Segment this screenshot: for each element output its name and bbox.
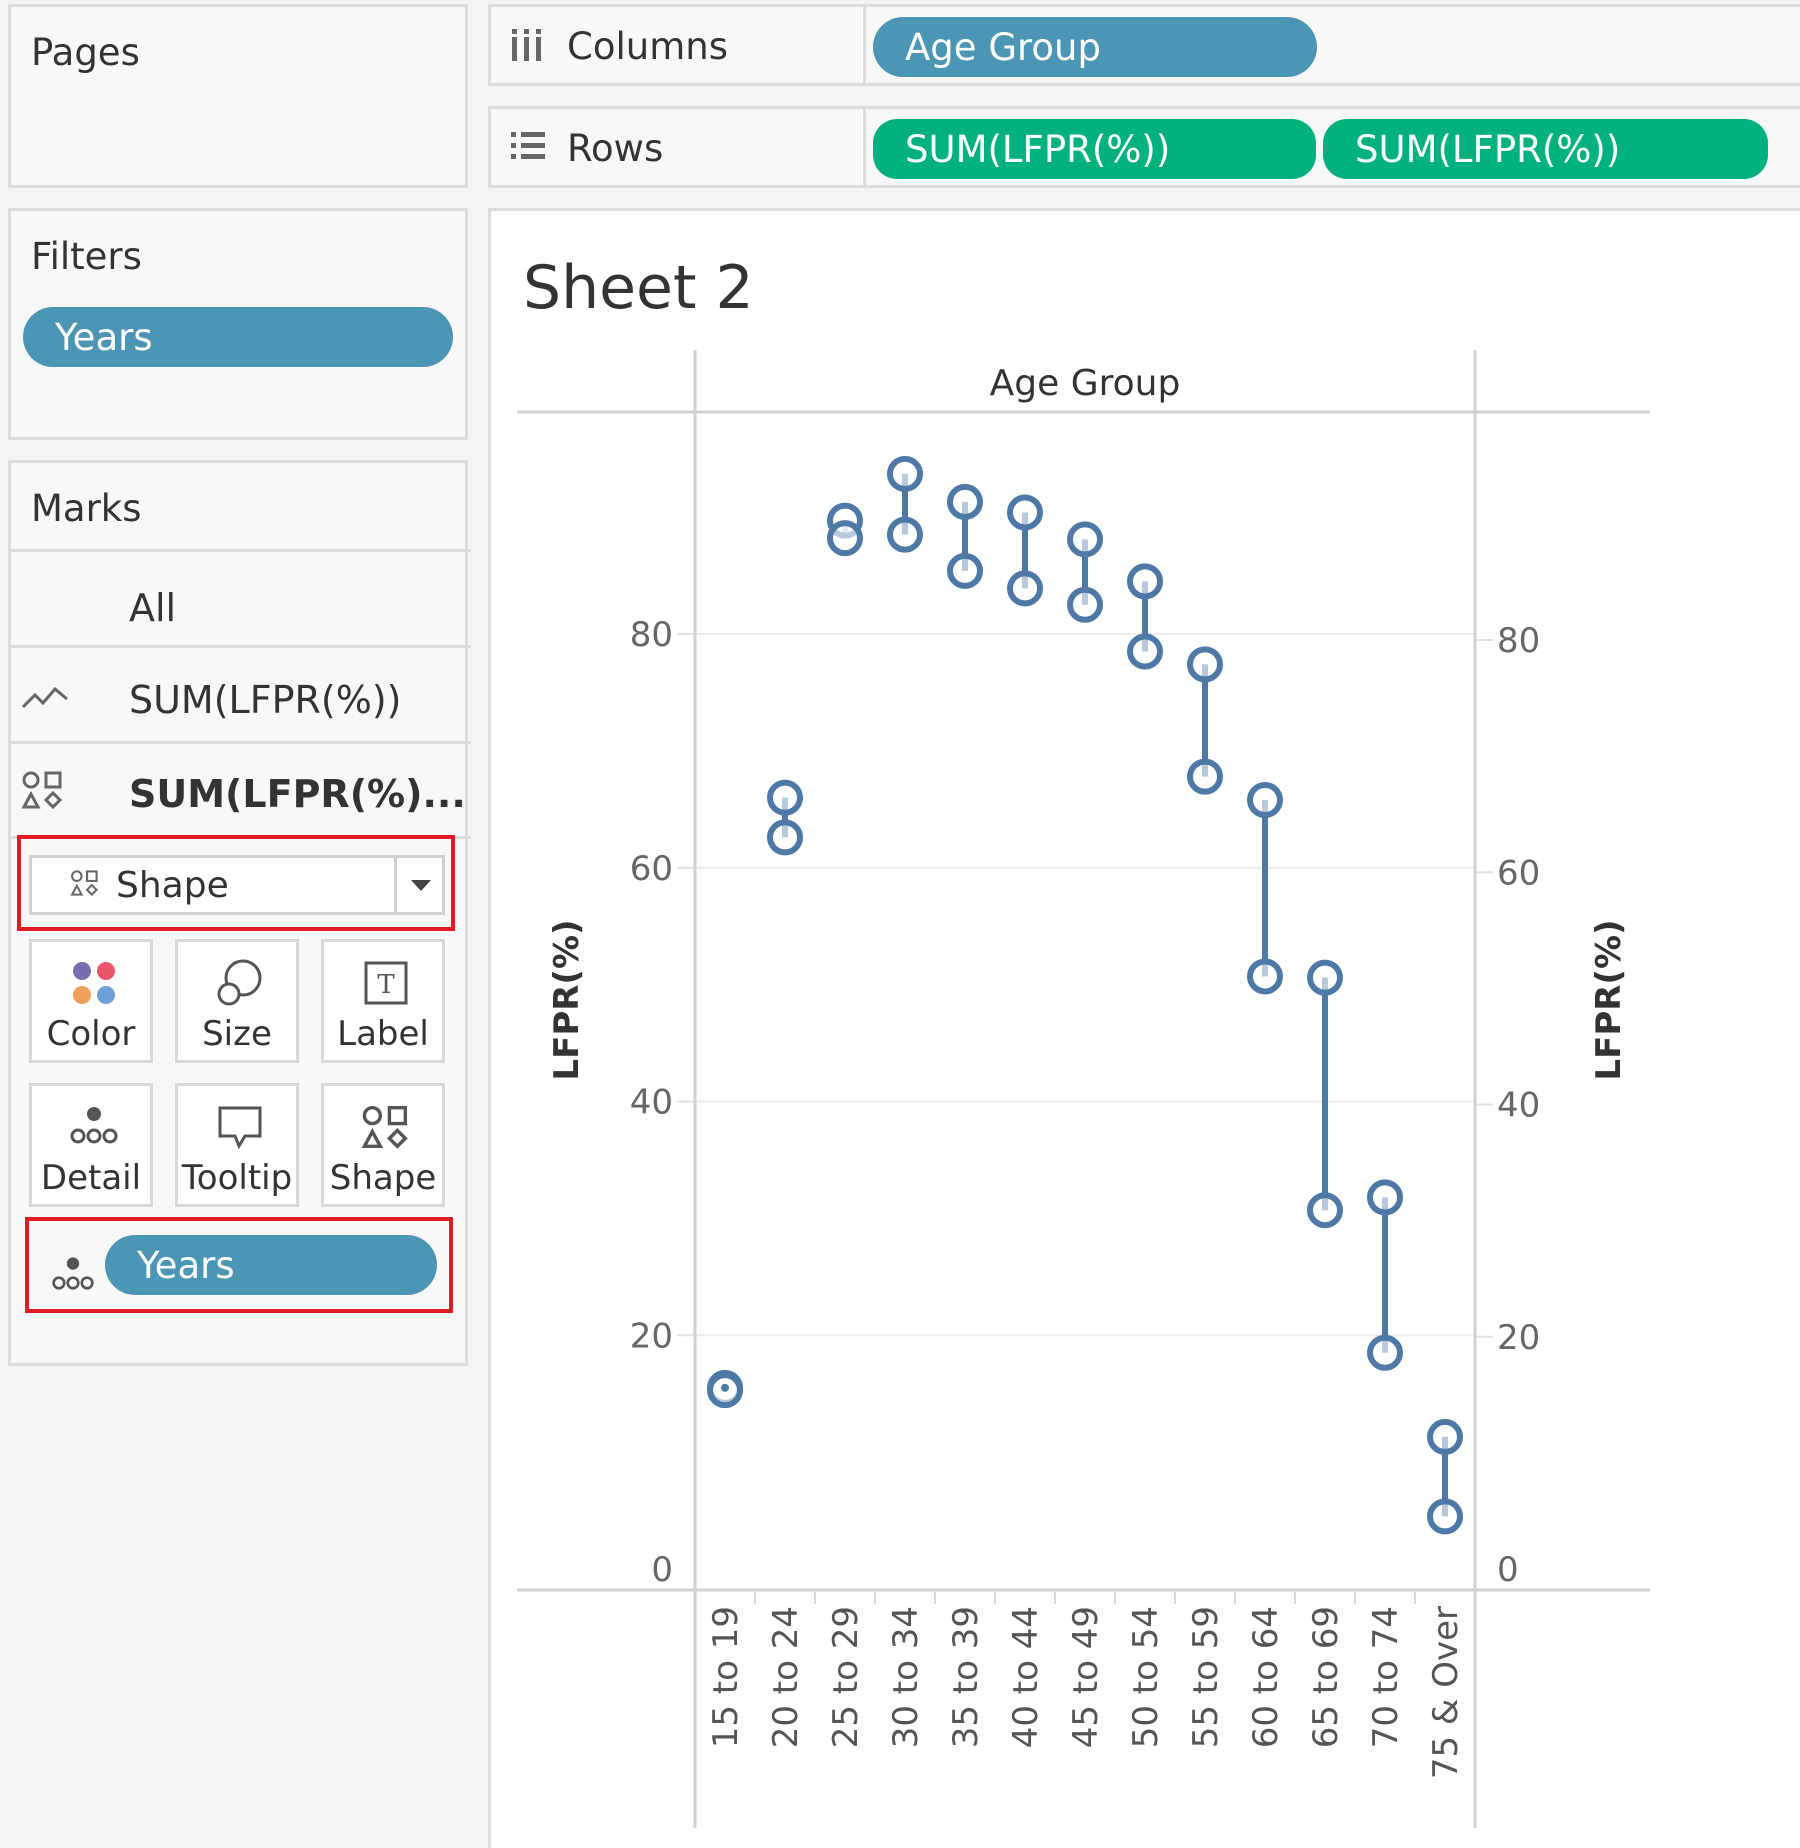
tooltip-icon xyxy=(218,1106,262,1150)
size-button[interactable]: Size xyxy=(175,939,299,1063)
rows-pill-lfpr-2[interactable]: SUM(LFPR(%)) xyxy=(1323,119,1768,179)
columns-shelf[interactable]: Columns Age Group xyxy=(488,4,1800,86)
divider xyxy=(11,549,471,552)
filters-shelf[interactable]: Filters Years xyxy=(8,208,468,440)
color-icon xyxy=(73,962,115,1004)
marks-line-card[interactable]: SUM(LFPR(%)) xyxy=(21,665,476,735)
columns-icon xyxy=(509,27,545,67)
svg-text:T: T xyxy=(377,970,395,1000)
shape-card-label: SUM(LFPR(%)... xyxy=(129,772,466,816)
shelf-divider xyxy=(863,7,866,83)
rows-icon xyxy=(509,129,547,167)
rows-label: Rows xyxy=(567,127,664,170)
line-icon xyxy=(21,678,113,722)
size-button-label: Size xyxy=(202,1014,272,1054)
detail-button-label: Detail xyxy=(40,1158,142,1198)
marks-title: Marks xyxy=(31,487,142,530)
filters-title: Filters xyxy=(31,235,142,278)
shape-icon xyxy=(21,770,113,819)
highlight-box-shape xyxy=(17,835,455,931)
shape-button-label: Shape xyxy=(329,1158,437,1198)
tooltip-button-label: Tooltip xyxy=(181,1158,293,1198)
shelf-divider xyxy=(863,109,866,185)
pages-shelf[interactable]: Pages xyxy=(8,4,468,188)
marks-card: Marks All SUM(LFPR(%)) SUM(LFPR(%)... Sh… xyxy=(8,460,471,1366)
columns-pill-age-group[interactable]: Age Group xyxy=(873,17,1317,77)
divider xyxy=(11,741,471,744)
marks-shape-card[interactable]: SUM(LFPR(%)... xyxy=(21,759,476,829)
color-button[interactable]: Color xyxy=(29,939,153,1063)
size-icon xyxy=(217,959,262,1006)
marks-all-label: All xyxy=(129,586,177,630)
sheet-title: Sheet 2 xyxy=(523,253,754,323)
highlight-box-years xyxy=(25,1217,453,1313)
label-button[interactable]: T Label xyxy=(321,939,445,1063)
pages-title: Pages xyxy=(31,31,140,74)
color-button-label: Color xyxy=(46,1014,136,1054)
label-button-label: Label xyxy=(337,1014,429,1054)
marks-all-tab[interactable]: All xyxy=(21,573,476,643)
shape-button[interactable]: Shape xyxy=(321,1083,445,1207)
filter-pill-years[interactable]: Years xyxy=(23,307,453,367)
divider xyxy=(11,645,471,648)
tooltip-button[interactable]: Tooltip xyxy=(175,1083,299,1207)
view-area: Sheet 2 xyxy=(488,208,1800,1848)
rows-shelf[interactable]: Rows SUM(LFPR(%)) SUM(LFPR(%)) xyxy=(488,106,1800,188)
label-icon: T xyxy=(364,961,408,1005)
detail-icon xyxy=(70,1107,118,1144)
line-card-label: SUM(LFPR(%)) xyxy=(129,678,402,722)
rows-pill-lfpr-1[interactable]: SUM(LFPR(%)) xyxy=(873,119,1316,179)
columns-label: Columns xyxy=(567,25,728,68)
detail-button[interactable]: Detail xyxy=(29,1083,153,1207)
shape-icon xyxy=(361,1105,408,1149)
